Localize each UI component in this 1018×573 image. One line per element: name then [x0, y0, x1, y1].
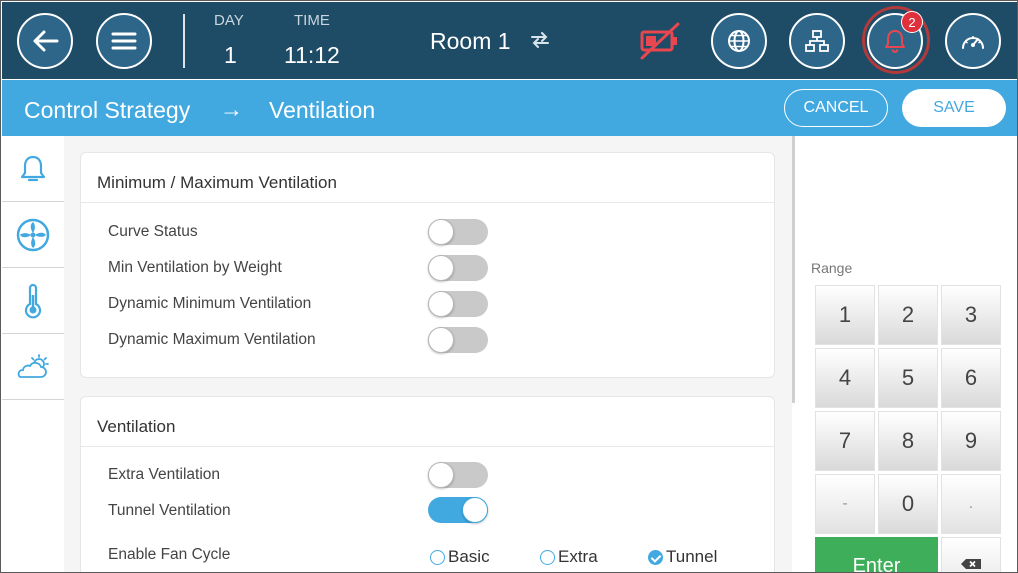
alarm-count-badge: 2: [901, 11, 923, 33]
breadcrumb-current: Ventilation: [269, 97, 376, 123]
card-divider: [81, 446, 774, 447]
breadcrumb-parent[interactable]: Control Strategy: [24, 97, 190, 124]
curve-status-toggle[interactable]: [428, 219, 488, 245]
bell-icon: [885, 30, 905, 54]
dynamic-min-vent-label: Dynamic Minimum Ventilation: [108, 295, 312, 312]
fan-icon: [16, 218, 50, 251]
dynamic-max-vent-toggle[interactable]: [428, 327, 488, 353]
thermometer-icon: [24, 283, 42, 318]
backspace-button[interactable]: [941, 537, 1001, 572]
network-icon: [805, 30, 829, 52]
app-window: DAY 1 TIME 11:12 Room 1 2 Control Strate…: [0, 0, 1018, 573]
back-button[interactable]: [17, 13, 73, 69]
sidenav-item-alarm[interactable]: [2, 136, 64, 202]
enter-button[interactable]: Enter: [815, 537, 938, 572]
toggle-knob: [428, 219, 454, 245]
radio-label: Basic: [448, 547, 490, 566]
key-1[interactable]: 1: [815, 285, 875, 345]
hamburger-menu-icon: [111, 32, 137, 50]
dynamic-min-vent-toggle[interactable]: [428, 291, 488, 317]
toggle-knob: [428, 327, 454, 353]
save-button[interactable]: SAVE: [902, 89, 1006, 127]
bell-icon: [20, 155, 46, 181]
time-label: TIME: [294, 12, 330, 29]
radio-circle: [540, 549, 555, 565]
curve-status-label: Curve Status: [108, 223, 198, 240]
menu-button[interactable]: [96, 13, 152, 69]
key-3[interactable]: 3: [941, 285, 1001, 345]
breadcrumb: Control Strategy → Ventilation CANCEL SA…: [2, 80, 1017, 136]
breadcrumb-arrow-icon: →: [220, 96, 243, 122]
min-vent-by-weight-toggle[interactable]: [428, 255, 488, 281]
extra-ventilation-label: Extra Ventilation: [108, 466, 221, 483]
time-value: 11:12: [284, 42, 340, 68]
side-nav: [2, 136, 64, 572]
extra-ventilation-toggle[interactable]: [428, 462, 488, 488]
globe-button[interactable]: [711, 13, 767, 69]
key-8[interactable]: 8: [878, 411, 938, 471]
key-9[interactable]: 9: [941, 411, 1001, 471]
key-minus[interactable]: -: [815, 474, 875, 534]
toggle-knob: [462, 497, 488, 523]
fan-cycle-radio-extra[interactable]: Extra: [540, 547, 598, 567]
card-divider: [81, 202, 774, 203]
tunnel-ventilation-label: Tunnel Ventilation: [108, 502, 231, 519]
key-decimal[interactable]: .: [941, 474, 1001, 534]
weather-icon: [17, 353, 49, 378]
toggle-knob: [428, 255, 454, 281]
min-vent-by-weight-label: Min Ventilation by Weight: [108, 259, 282, 276]
minmax-ventilation-card: Minimum / Maximum Ventilation Curve Stat…: [80, 152, 775, 378]
network-button[interactable]: [789, 13, 845, 69]
cancel-button[interactable]: CANCEL: [784, 89, 888, 127]
header-divider: [183, 14, 185, 68]
key-7[interactable]: 7: [815, 411, 875, 471]
room-title[interactable]: Room 1: [430, 28, 511, 55]
radio-check-icon: [648, 549, 663, 565]
sidenav-item-temperature[interactable]: [2, 268, 64, 334]
sidenav-item-fan[interactable]: [2, 202, 64, 268]
sidenav-item-weather[interactable]: [2, 334, 64, 400]
fan-cycle-radio-tunnel[interactable]: Tunnel: [648, 547, 717, 567]
radio-label: Tunnel: [666, 547, 718, 566]
battery-warning-icon: [640, 22, 680, 60]
fan-cycle-label: Enable Fan Cycle: [108, 546, 231, 563]
card-title: Ventilation: [97, 417, 176, 436]
key-4[interactable]: 4: [815, 348, 875, 408]
toggle-knob: [428, 462, 454, 488]
gauge-icon: [962, 36, 984, 49]
ventilation-card: Ventilation Extra Ventilation Tunnel Ven…: [80, 396, 775, 572]
back-arrow-icon: [33, 30, 59, 52]
card-title: Minimum / Maximum Ventilation: [97, 173, 337, 192]
fan-cycle-radio-basic[interactable]: Basic: [430, 547, 490, 567]
radio-label: Extra: [558, 547, 598, 566]
range-label: Range: [811, 260, 853, 276]
globe-icon: [728, 30, 750, 52]
swap-arrows-icon[interactable]: [529, 32, 551, 48]
key-0[interactable]: 0: [878, 474, 938, 534]
day-value: 1: [224, 42, 237, 68]
toggle-knob: [428, 291, 454, 317]
day-label: DAY: [214, 12, 244, 29]
dynamic-max-vent-label: Dynamic Maximum Ventilation: [108, 331, 316, 348]
gauge-button[interactable]: [945, 13, 1001, 69]
top-bar: DAY 1 TIME 11:12 Room 1 2: [2, 2, 1017, 79]
key-5[interactable]: 5: [878, 348, 938, 408]
key-6[interactable]: 6: [941, 348, 1001, 408]
backspace-icon: [961, 559, 981, 569]
tunnel-ventilation-toggle[interactable]: [428, 497, 488, 523]
radio-circle: [430, 549, 445, 565]
key-2[interactable]: 2: [878, 285, 938, 345]
